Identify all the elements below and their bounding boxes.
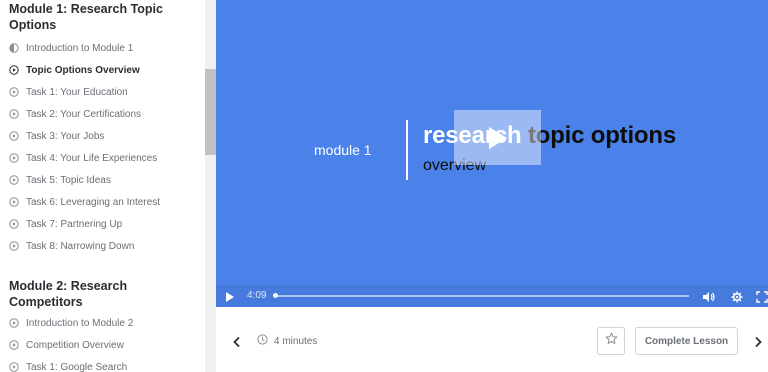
lesson-item-active[interactable]: Topic Options Overview xyxy=(0,59,204,81)
lesson-duration: 4 minutes xyxy=(257,334,317,348)
play-circle-icon xyxy=(9,175,19,185)
lesson-label: Task 1: Your Education xyxy=(26,86,128,98)
slide-module-label: module 1 xyxy=(314,142,372,158)
lesson-label: Task 8: Narrowing Down xyxy=(26,240,135,252)
lesson-label: Task 1: Google Search xyxy=(26,361,128,372)
lesson-label: Introduction to Module 2 xyxy=(26,317,134,329)
lesson-label: Task 5: Topic Ideas xyxy=(26,174,111,186)
play-circle-icon xyxy=(9,318,19,328)
half-circle-icon xyxy=(9,43,19,53)
lesson-label: Task 7: Partnering Up xyxy=(26,218,123,230)
lesson-item[interactable]: Task 8: Narrowing Down xyxy=(0,235,204,257)
lesson-footer: 4 minutes Complete Lesson xyxy=(216,307,768,372)
slide-title-rest: topic options xyxy=(521,122,676,149)
gear-icon[interactable] xyxy=(731,290,743,303)
lesson-item[interactable]: Task 7: Partnering Up xyxy=(0,213,204,235)
lesson-label: Task 6: Leveraging an Interest xyxy=(26,196,160,208)
lesson-item[interactable]: Task 3: Your Jobs xyxy=(0,125,204,147)
lesson-item[interactable]: Task 1: Your Education xyxy=(0,81,204,103)
play-circle-icon xyxy=(9,87,19,97)
lesson-label: Introduction to Module 1 xyxy=(26,42,134,54)
progress-bar[interactable] xyxy=(274,295,689,297)
module-title[interactable]: Module 1: Research Topic Options xyxy=(0,1,204,33)
module-lesson-list: Introduction to Module 1 Topic Options O… xyxy=(0,37,204,257)
duration-label: 4 minutes xyxy=(274,335,318,347)
play-icon xyxy=(487,126,509,150)
play-circle-icon xyxy=(9,131,19,141)
lesson-item[interactable]: Task 5: Topic Ideas xyxy=(0,169,204,191)
current-time: 4:09 xyxy=(247,290,267,301)
lesson-item[interactable]: Task 6: Leveraging an Interest xyxy=(0,191,204,213)
course-sidebar: Module 1: Research Topic Options Introdu… xyxy=(0,0,216,372)
play-circle-icon xyxy=(9,109,19,119)
play-circle-icon xyxy=(9,153,19,163)
clock-icon xyxy=(257,334,274,348)
lesson-item[interactable]: Competition Overview xyxy=(0,334,204,356)
module-title[interactable]: Module 2: Research Competitors xyxy=(0,278,204,310)
lesson-label: Competition Overview xyxy=(26,339,124,351)
favorite-button[interactable] xyxy=(597,327,625,355)
play-circle-icon xyxy=(9,241,19,251)
play-circle-icon xyxy=(9,340,19,350)
module-lesson-list: Introduction to Module 2 Competition Ove… xyxy=(0,312,204,372)
lesson-item[interactable]: Introduction to Module 2 xyxy=(0,312,204,334)
progress-handle[interactable] xyxy=(273,293,278,298)
play-circle-icon xyxy=(9,197,19,207)
fullscreen-icon[interactable] xyxy=(756,290,768,303)
chevron-left-icon[interactable] xyxy=(232,335,242,348)
video-controls: 4:09 xyxy=(216,285,768,307)
sidebar-scrollbar-track[interactable] xyxy=(205,0,216,372)
lesson-label: Task 4: Your Life Experiences xyxy=(26,152,158,164)
play-icon[interactable] xyxy=(224,290,236,302)
play-circle-icon xyxy=(9,362,19,372)
chevron-right-icon[interactable] xyxy=(753,335,763,348)
lesson-item[interactable]: Task 1: Google Search xyxy=(0,356,204,372)
slide-divider xyxy=(406,120,408,180)
lesson-label: Task 3: Your Jobs xyxy=(26,130,105,142)
big-play-button[interactable] xyxy=(454,110,541,165)
volume-icon[interactable] xyxy=(702,290,716,302)
lesson-item[interactable]: Task 4: Your Life Experiences xyxy=(0,147,204,169)
video-player[interactable]: module 1 research topic options overview… xyxy=(216,0,768,307)
lesson-item[interactable]: Task 2: Your Certifications xyxy=(0,103,204,125)
play-circle-icon xyxy=(9,219,19,229)
play-circle-icon xyxy=(9,65,19,75)
star-icon xyxy=(605,332,618,350)
sidebar-scrollbar-thumb[interactable] xyxy=(205,69,216,155)
lesson-item[interactable]: Introduction to Module 1 xyxy=(0,37,204,59)
lesson-label: Task 2: Your Certifications xyxy=(26,108,142,120)
sidebar-content: Module 1: Research Topic Options Introdu… xyxy=(0,0,204,372)
lesson-label: Topic Options Overview xyxy=(26,64,140,76)
complete-lesson-button[interactable]: Complete Lesson xyxy=(635,327,738,355)
